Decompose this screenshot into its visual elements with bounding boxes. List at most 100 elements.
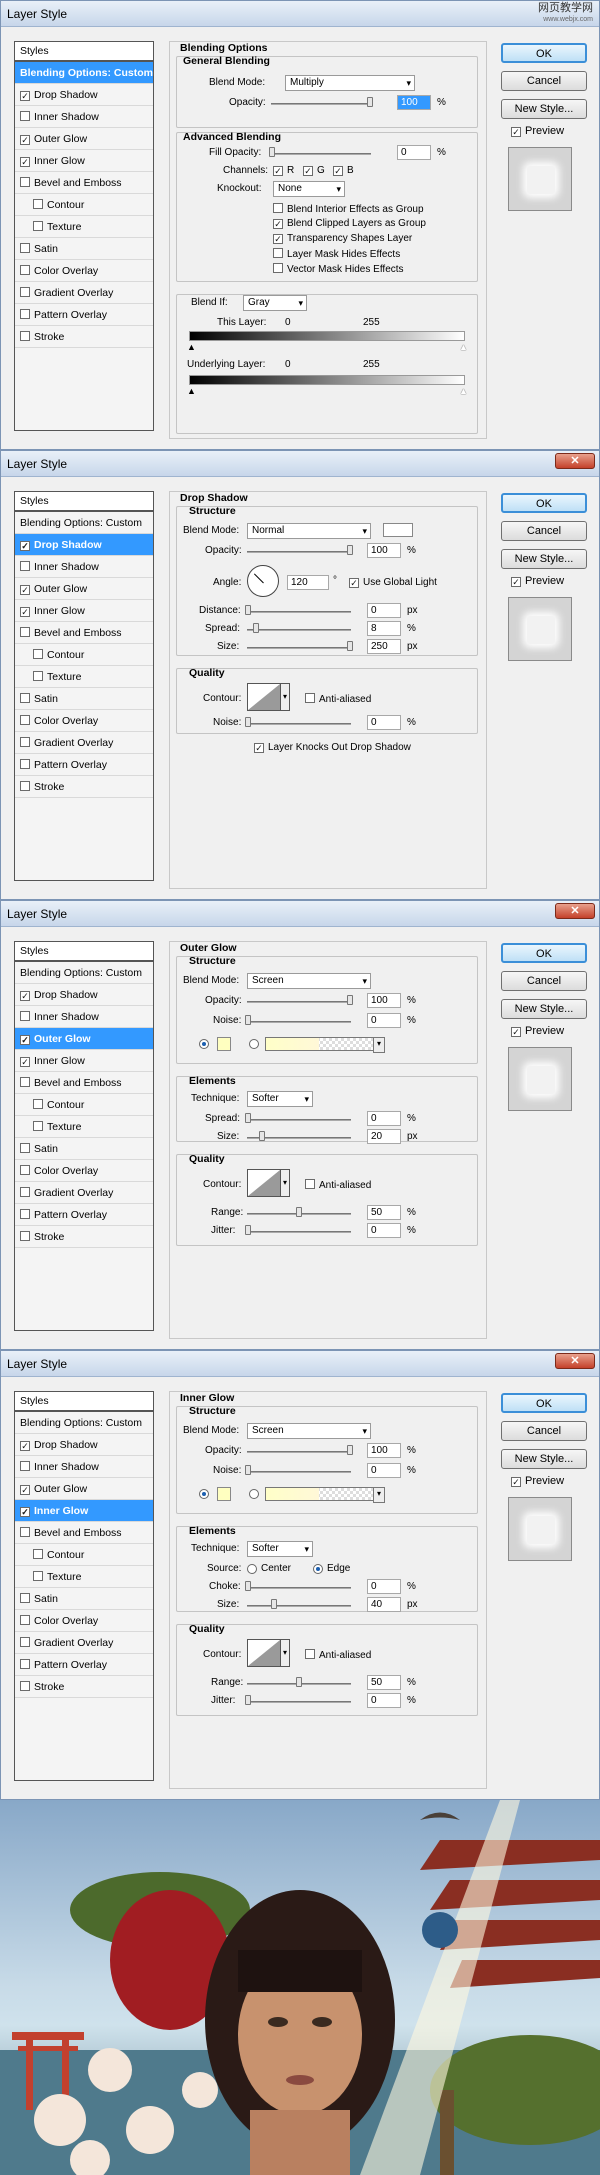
blend-mode-select[interactable]: Normal xyxy=(247,523,371,539)
style-item[interactable]: Contour xyxy=(15,1094,153,1116)
solid-color-radio[interactable] xyxy=(199,1489,209,1499)
style-item-checkbox[interactable] xyxy=(20,1527,30,1537)
opacity-slider-thumb[interactable] xyxy=(347,995,353,1005)
style-item[interactable]: Gradient Overlay xyxy=(15,282,153,304)
style-item-checkbox[interactable] xyxy=(20,1057,30,1067)
preview-toggle[interactable]: Preview xyxy=(511,1025,564,1037)
transparency-shapes-checkbox[interactable] xyxy=(273,234,283,244)
source-center-radio[interactable] xyxy=(247,1564,257,1574)
style-item[interactable]: Blending Options: Custom xyxy=(15,512,153,534)
style-item[interactable]: Inner Glow xyxy=(15,150,153,172)
noise-slider-thumb[interactable] xyxy=(245,1465,251,1475)
style-item[interactable]: Drop Shadow xyxy=(15,534,153,556)
new-style-button[interactable]: New Style... xyxy=(501,99,587,119)
style-item[interactable]: Contour xyxy=(15,644,153,666)
fill-opacity-slider-thumb[interactable] xyxy=(269,147,275,157)
opacity-input[interactable]: 100 xyxy=(397,95,431,110)
preview-toggle[interactable]: Preview xyxy=(511,575,564,587)
underlying-black-slider[interactable]: ▲ xyxy=(187,387,196,396)
solid-color-radio[interactable] xyxy=(199,1039,209,1049)
style-item-checkbox[interactable] xyxy=(20,331,30,341)
style-item-checkbox[interactable] xyxy=(20,1011,30,1021)
size-slider-thumb[interactable] xyxy=(347,641,353,651)
fill-opacity-input[interactable]: 0 xyxy=(397,145,431,160)
style-item-checkbox[interactable] xyxy=(33,1121,43,1131)
opacity-slider[interactable] xyxy=(247,1451,351,1453)
layer-knocks-out[interactable]: Layer Knocks Out Drop Shadow xyxy=(254,742,411,753)
blend-mode-select[interactable]: Multiply xyxy=(285,75,415,91)
style-item-checkbox[interactable] xyxy=(33,1571,43,1581)
style-item-checkbox[interactable] xyxy=(20,585,30,595)
opacity-slider-thumb[interactable] xyxy=(367,97,373,107)
contour-dropdown[interactable]: ▾ xyxy=(281,1169,290,1197)
preview-checkbox[interactable] xyxy=(511,127,521,137)
layer-knocks-out-checkbox[interactable] xyxy=(254,743,264,753)
noise-slider[interactable] xyxy=(247,723,351,725)
close-button[interactable]: ✕ xyxy=(555,453,595,469)
source-edge-radio[interactable] xyxy=(313,1564,323,1574)
noise-slider[interactable] xyxy=(247,1471,351,1473)
this-layer-white-slider[interactable]: ▲ xyxy=(459,343,468,352)
style-item[interactable]: Gradient Overlay xyxy=(15,1182,153,1204)
style-item-checkbox[interactable] xyxy=(20,111,30,121)
new-style-button[interactable]: New Style... xyxy=(501,999,587,1019)
contour-dropdown[interactable]: ▾ xyxy=(281,1639,290,1667)
style-item[interactable]: Color Overlay xyxy=(15,260,153,282)
style-item-checkbox[interactable] xyxy=(20,627,30,637)
style-item-checkbox[interactable] xyxy=(20,1187,30,1197)
opacity-input[interactable]: 100 xyxy=(367,543,401,558)
style-item[interactable]: Blending Options: Custom xyxy=(15,962,153,984)
style-item[interactable]: Contour xyxy=(15,194,153,216)
channel-g[interactable]: G xyxy=(303,165,325,176)
contour-picker[interactable] xyxy=(247,1639,281,1667)
style-item[interactable]: Blending Options: Custom xyxy=(15,1412,153,1434)
new-style-button[interactable]: New Style... xyxy=(501,549,587,569)
style-item[interactable]: Outer Glow xyxy=(15,1028,153,1050)
style-item[interactable]: Gradient Overlay xyxy=(15,1632,153,1654)
style-item[interactable]: Bevel and Emboss xyxy=(15,622,153,644)
style-item-checkbox[interactable] xyxy=(20,1165,30,1175)
noise-slider[interactable] xyxy=(247,1021,351,1023)
channel-r[interactable]: R xyxy=(273,165,294,176)
spread-input[interactable]: 0 xyxy=(367,1111,401,1126)
glow-gradient-picker[interactable] xyxy=(265,1037,385,1053)
range-slider-thumb[interactable] xyxy=(296,1207,302,1217)
preview-checkbox[interactable] xyxy=(511,1477,521,1487)
vector-mask-hides-checkbox[interactable] xyxy=(273,263,283,273)
noise-input[interactable]: 0 xyxy=(367,1013,401,1028)
anti-aliased[interactable]: Anti-aliased xyxy=(305,1649,371,1661)
noise-slider-thumb[interactable] xyxy=(245,717,251,727)
style-item-checkbox[interactable] xyxy=(20,1035,30,1045)
style-item[interactable]: Stroke xyxy=(15,776,153,798)
size-slider-thumb[interactable] xyxy=(259,1131,265,1141)
style-item[interactable]: Blending Options: Custom xyxy=(15,62,153,84)
range-slider-thumb[interactable] xyxy=(296,1677,302,1687)
style-item-checkbox[interactable] xyxy=(20,309,30,319)
style-item-checkbox[interactable] xyxy=(20,1461,30,1471)
style-item-checkbox[interactable] xyxy=(20,91,30,101)
option-blend-clipped[interactable]: Blend Clipped Layers as Group xyxy=(273,218,426,229)
choke-slider-thumb[interactable] xyxy=(245,1581,251,1591)
style-item-checkbox[interactable] xyxy=(20,607,30,617)
style-item[interactable]: Pattern Overlay xyxy=(15,1204,153,1226)
angle-input[interactable]: 120 xyxy=(287,575,329,590)
style-item[interactable]: Color Overlay xyxy=(15,1610,153,1632)
style-item[interactable]: Texture xyxy=(15,1566,153,1588)
blend-mode-select[interactable]: Screen xyxy=(247,973,371,989)
style-item[interactable]: Inner Glow xyxy=(15,600,153,622)
style-item[interactable]: Bevel and Emboss xyxy=(15,172,153,194)
anti-aliased[interactable]: Anti-aliased xyxy=(305,1179,371,1191)
distance-slider-thumb[interactable] xyxy=(245,605,251,615)
opacity-input[interactable]: 100 xyxy=(367,1443,401,1458)
knockout-select[interactable]: None xyxy=(273,181,345,197)
style-item[interactable]: Inner Shadow xyxy=(15,1006,153,1028)
style-item[interactable]: Satin xyxy=(15,1588,153,1610)
style-item-checkbox[interactable] xyxy=(20,1231,30,1241)
style-item-checkbox[interactable] xyxy=(20,177,30,187)
style-item[interactable]: Color Overlay xyxy=(15,710,153,732)
style-item-checkbox[interactable] xyxy=(20,693,30,703)
ok-button[interactable]: OK xyxy=(501,43,587,63)
preview-checkbox[interactable] xyxy=(511,577,521,587)
style-item[interactable]: Pattern Overlay xyxy=(15,754,153,776)
style-item[interactable]: Inner Shadow xyxy=(15,1456,153,1478)
